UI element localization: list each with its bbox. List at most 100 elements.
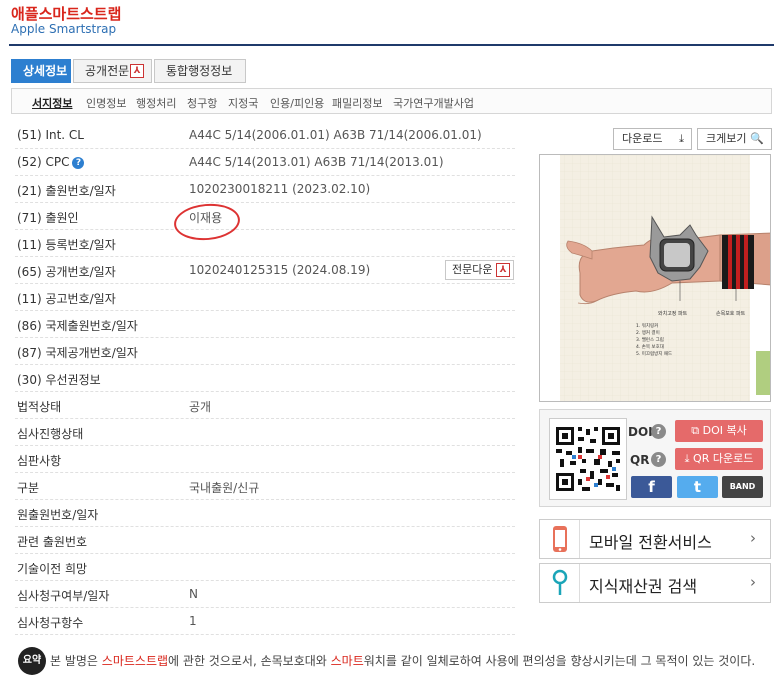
ip-search-link[interactable]: 지식재산권 검색 › [539,563,771,603]
doi-label: DOI [628,425,653,439]
download-icon: ⤓ [684,452,694,465]
row-label: (52) CPC? [17,155,85,169]
sub-tabs: 서지정보 인명정보 행정처리 청구항 지정국 인용/피인용 패밀리정보 국가연구… [11,88,772,114]
row-label: 구분 [17,481,40,495]
doi-help-icon[interactable]: ? [651,424,666,439]
band-share-button[interactable]: BAND [722,476,763,498]
drawing-legend: 3. 밸런스 그립 [636,336,664,343]
biblio-row: (11) 등록번호/일자 [15,230,515,257]
biblio-row: 심사청구항수 1 [15,608,515,635]
qr-download-button[interactable]: ⤓ QR 다운로드 [675,448,763,470]
row-value: 국내출원/신규 [189,481,260,495]
biblio-row: 기술이전 희망 [15,554,515,581]
button-label: QR 다운로드 [693,452,754,465]
row-value: 공개 [189,400,212,414]
drawing-legend: 1. 워치링커 [636,322,658,329]
subtab-claims[interactable]: 청구항 [187,95,217,111]
patent-drawing-svg: 와치고정 파트 손목보호 파트 1. 워치링커 2. 앵커 결이 3. 밸런스 … [560,155,770,401]
qr-help-icon[interactable]: ? [651,452,666,467]
summary-segment: 본 발명은 [50,654,102,668]
biblio-row: (52) CPC? A44C 5/14(2013.01) A63B 71/14(2… [15,149,515,176]
pdf-icon: ⅄ [496,263,510,277]
row-label: 심판사항 [17,454,62,468]
qr-code-svg [556,427,620,491]
service-label: 지식재산권 검색 [589,577,698,596]
service-label: 모바일 전환서비스 [589,533,712,552]
row-label: 관련 출원번호 [17,535,88,549]
tab-label: 상세정보 [23,64,68,78]
tab-label: 공개전문 [85,64,130,78]
row-label: (30) 우선권정보 [17,373,101,387]
summary-badge: 요약 [18,647,46,675]
button-label: DOI 복사 [702,424,747,437]
button-label: 다운로드 [622,132,663,145]
row-value: 1020230018211 (2023.02.10) [189,182,371,196]
row-label: (11) 공고번호/일자 [17,292,116,306]
tab-detail-info[interactable]: 상세정보 [11,59,71,83]
biblio-row: (51) Int. CL A44C 5/14(2006.01.01) A63B 7… [15,122,515,149]
row-label: (87) 국제공개번호/일자 [17,346,138,360]
summary-text: 본 발명은 스마트스트랩에 관한 것으로서, 손목보호대와 스마트워치를 같이 … [50,652,755,669]
zoom-button[interactable]: 크게보기 🔍 [697,128,772,150]
biblio-row: 심사진행상태 [15,419,515,446]
download-button[interactable]: 다운로드 ⤓ [613,128,692,150]
row-label: 기술이전 희망 [17,562,88,576]
row-label: (86) 국제출원번호/일자 [17,319,138,333]
subtab-citations[interactable]: 인용/피인용 [270,95,324,111]
row-label: (21) 출원번호/일자 [17,184,116,198]
biblio-row: 심판사항 [15,446,515,473]
biblio-row: 구분 국내출원/신규 [15,473,515,500]
subtab-rnd[interactable]: 국가연구개발사업 [393,95,474,111]
tab-public-fulltext[interactable]: 공개전문 ⅄ [73,59,152,83]
search-pin-icon [540,564,580,602]
qr-label: QR [630,453,650,467]
abstract-summary: 요약 본 발명은 스마트스트랩에 관한 것으로서, 손목보호대와 스마트워치를 … [18,647,768,675]
page-title: 애플스마트스트랩 [11,5,122,23]
mobile-service-link[interactable]: 모바일 전환서비스 › [539,519,771,559]
row-label: 심사청구여부/일자 [17,589,110,603]
row-label: (65) 공개번호/일자 [17,265,116,279]
download-icon: ⤓ [679,132,684,145]
row-label: 원출원번호/일자 [17,508,99,522]
biblio-row: 심사청구여부/일자 N [15,581,515,608]
subtab-person[interactable]: 인명정보 [86,95,126,111]
button-label: 크게보기 [706,132,747,145]
biblio-row: (11) 공고번호/일자 [15,284,515,311]
subtab-family[interactable]: 패밀리정보 [332,95,383,111]
drawing-label: 손목보호 파트 [716,310,746,317]
drawing-legend: 2. 앵커 결이 [636,329,660,336]
summary-highlight: 스마트스트랩 [101,654,169,668]
biblio-row: (30) 우선권정보 [15,365,515,392]
patent-drawing[interactable]: 와치고정 파트 손목보호 파트 1. 워치링커 2. 앵커 결이 3. 밸런스 … [539,154,771,402]
help-icon[interactable]: ? [72,157,85,169]
biblio-row: (86) 국제출원번호/일자 [15,311,515,338]
facebook-share-button[interactable]: f [631,476,672,498]
row-value: N [189,587,198,601]
twitter-share-button[interactable]: t [677,476,718,498]
qr-code[interactable] [549,418,627,500]
external-link-icon: ⧉ [691,424,703,437]
mobile-phone-icon [540,520,580,558]
fulltext-download-button[interactable]: 전문다운 ⅄ [445,260,514,280]
biblio-row: (71) 출원인 이재용 [15,203,515,230]
title-divider [9,44,774,46]
row-label: (71) 출원인 [17,211,79,225]
chevron-right-icon: › [750,529,756,547]
chevron-right-icon: › [750,573,756,591]
row-label: 법적상태 [17,400,62,414]
drawing-legend: 4. 손목 보호대 [636,343,664,350]
drawing-legend: 5. 미끄럼방지 패드 [636,350,672,357]
tab-integrated-admin[interactable]: 통합행정정보 [154,59,246,83]
subtab-designated-states[interactable]: 지정국 [228,95,258,111]
subtab-bibliographic[interactable]: 서지정보 [32,95,72,111]
row-value: 1 [189,614,197,628]
subtab-admin[interactable]: 행정처리 [136,95,176,111]
biblio-row: 법적상태 공개 [15,392,515,419]
doi-copy-button[interactable]: ⧉ DOI 복사 [675,420,763,442]
row-value: 1020240125315 (2024.08.19) [189,263,371,277]
magnifier-icon: 🔍 [750,132,764,145]
biblio-row: (65) 공개번호/일자 1020240125315 (2024.08.19) 전… [15,257,515,284]
biblio-row: 관련 출원번호 [15,527,515,554]
cpc-label: (52) CPC [17,155,70,169]
biblio-row: (21) 출원번호/일자 1020230018211 (2023.02.10) [15,176,515,203]
